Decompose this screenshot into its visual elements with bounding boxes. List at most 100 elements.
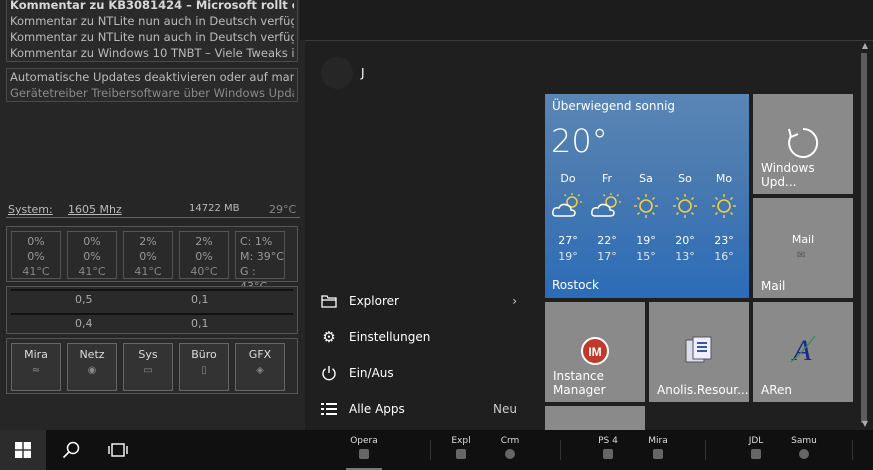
aren-icon: A xyxy=(790,334,816,366)
cpu-cores-panel: 0% 0% 41°C 0% 0% 41°C 2% 0% 41°C 2% 0% 4… xyxy=(6,226,298,293)
core-temp: 41°C xyxy=(78,265,106,278)
forecast-high: 27° xyxy=(558,234,578,247)
taskbar-app-label: Crm xyxy=(500,436,520,446)
start-menu: J Explorer › ⚙ Einstellungen Ein/Aus All… xyxy=(305,40,873,431)
task-view-button[interactable] xyxy=(95,430,141,470)
system-summary: C: 1% M: 39°C G : 43°C xyxy=(235,231,285,293)
bar-value: 0,1 xyxy=(191,293,209,306)
forecast-high: 20° xyxy=(675,234,695,247)
core-temp: 41°C xyxy=(22,265,50,278)
system-monitor-widget: System: 1605 Mhz 14722 MB 29°C 0% 0% 41°… xyxy=(6,200,300,394)
tile-label: Mail xyxy=(761,279,786,293)
taskbar-separator xyxy=(430,440,431,460)
launcher-button-sys[interactable]: Sys ▭ xyxy=(123,343,173,391)
bar-value: 0,4 xyxy=(75,317,93,330)
windows-update-tile[interactable]: Windows Upd... xyxy=(753,94,853,194)
launcher-button-gfx[interactable]: GFX ◈ xyxy=(235,343,285,391)
feed-group-comments: Kommentar zu KB3081424 – Microsoft rollt… xyxy=(6,0,298,62)
tile-label: Windows Upd... xyxy=(761,161,815,189)
forecast-low: 13° xyxy=(675,250,695,263)
samu-icon xyxy=(799,449,809,459)
partial-tile[interactable] xyxy=(545,406,645,431)
taskbar-app-chrome[interactable]: Crm xyxy=(490,436,530,466)
scroll-down-icon[interactable]: ▼ xyxy=(862,419,868,428)
forecast-day: Sa xyxy=(639,172,653,185)
folder-icon xyxy=(456,449,466,459)
instance-manager-icon: IM xyxy=(581,337,609,365)
feed-item[interactable]: Kommentar zu KB3081424 – Microsoft rollt… xyxy=(10,0,294,13)
instance-manager-tile[interactable]: IM Instance Manager xyxy=(545,302,645,402)
weather-condition: Überwiegend sonnig xyxy=(552,99,676,113)
mail-tile[interactable]: Mail ✉ Mail xyxy=(753,198,853,298)
menu-item-label: Alle Apps xyxy=(349,402,405,416)
taskbar-app-mira[interactable]: Mira xyxy=(638,436,678,466)
forecast-low: 19° xyxy=(558,250,578,263)
forecast-day: Mo xyxy=(715,172,733,185)
core-temp: 41°C xyxy=(134,265,162,278)
launcher-label: Büro xyxy=(191,348,217,361)
anolis-resourcer-tile[interactable]: Anolis.Resour... xyxy=(649,302,749,402)
forecast-low: 15° xyxy=(636,250,656,263)
feed-item[interactable]: Gerätetreiber Treibersoftware über Windo… xyxy=(10,85,294,101)
menu-item-label: Ein/Aus xyxy=(349,366,394,380)
taskbar-app-explorer[interactable]: Expl xyxy=(441,436,481,466)
launcher-button-netz[interactable]: Netz ◉ xyxy=(67,343,117,391)
chevron-right-icon: › xyxy=(512,294,517,308)
system-label: System: xyxy=(8,203,53,216)
opera-icon xyxy=(359,449,369,459)
refresh-icon xyxy=(788,127,819,158)
network-bars-panel: 0,5 0,1 0,4 0,1 xyxy=(6,286,298,334)
task-view-icon xyxy=(108,443,128,457)
core-load: 0% xyxy=(139,250,157,263)
taskbar-app-jdownloader[interactable]: JDL xyxy=(736,436,776,466)
feed-item[interactable]: Kommentar zu Windows 10 TNBT – Viele Twe… xyxy=(10,45,294,61)
forecast-low: 17° xyxy=(597,250,617,263)
taskbar-app-samu[interactable]: Samu xyxy=(784,436,824,466)
forecast-high: 22° xyxy=(597,234,617,247)
menu-item-settings[interactable]: ⚙ Einstellungen xyxy=(315,320,525,354)
aren-tile[interactable]: A ARen xyxy=(753,302,853,402)
user-account[interactable]: J xyxy=(321,57,365,89)
cpu-frequency: 1605 Mhz xyxy=(68,203,122,216)
launcher-label: Sys xyxy=(138,348,158,361)
taskbar-app-label: Mira xyxy=(648,436,668,446)
feed-item[interactable]: Automatische Updates deaktivieren oder a… xyxy=(10,69,294,85)
system-header: System: 1605 Mhz 14722 MB 29°C xyxy=(6,200,300,218)
forecast-high: 19° xyxy=(636,234,656,247)
tile-label: ARen xyxy=(761,383,792,397)
menu-item-power[interactable]: Ein/Aus xyxy=(315,356,525,390)
gear-icon: ⚙ xyxy=(322,328,336,346)
mail-icon: ✉ xyxy=(797,250,806,261)
weather-tile[interactable]: Überwiegend sonnig 20° Do Fr Sa So Mo 27… xyxy=(545,94,749,298)
menu-item-explorer[interactable]: Explorer › xyxy=(315,284,525,318)
menu-item-label: Explorer xyxy=(349,294,399,308)
launcher-label: Netz xyxy=(79,348,105,361)
launcher-button-mira[interactable]: Mira ≈ xyxy=(11,343,61,391)
taskbar-app-photoshop[interactable]: PS 4 xyxy=(588,436,628,466)
bar-line xyxy=(11,313,293,315)
forecast-low: 16° xyxy=(714,250,734,263)
bar-line xyxy=(11,289,293,291)
scroll-up-icon[interactable]: ▲ xyxy=(862,41,868,50)
taskbar-app-opera[interactable]: Opera xyxy=(344,436,384,466)
anolis-icon xyxy=(685,336,712,363)
launcher-button-buero[interactable]: Büro ▯ xyxy=(179,343,229,391)
search-button[interactable] xyxy=(48,430,94,470)
jdownloader-icon xyxy=(751,449,761,459)
document-icon: ▯ xyxy=(201,365,207,376)
core-load: 0% xyxy=(83,250,101,263)
new-badge: Neu xyxy=(493,402,517,416)
menu-item-all-apps[interactable]: Alle Apps Neu xyxy=(315,392,525,426)
weather-city: Rostock xyxy=(552,278,599,292)
core-load: 2% xyxy=(139,235,157,248)
scrollbar[interactable] xyxy=(861,53,867,423)
core-load: 2% xyxy=(195,235,213,248)
start-button[interactable] xyxy=(0,430,46,470)
forecast-day: Do xyxy=(560,172,576,185)
taskbar-separator xyxy=(852,440,853,460)
feed-item[interactable]: Kommentar zu NTLite nun auch in Deutsch … xyxy=(10,29,294,45)
core-load: 0% xyxy=(27,250,45,263)
feed-group-articles: Automatische Updates deaktivieren oder a… xyxy=(6,68,298,102)
cpu-core: 0% 0% 41°C xyxy=(67,231,117,279)
feed-item[interactable]: Kommentar zu NTLite nun auch in Deutsch … xyxy=(10,13,294,29)
